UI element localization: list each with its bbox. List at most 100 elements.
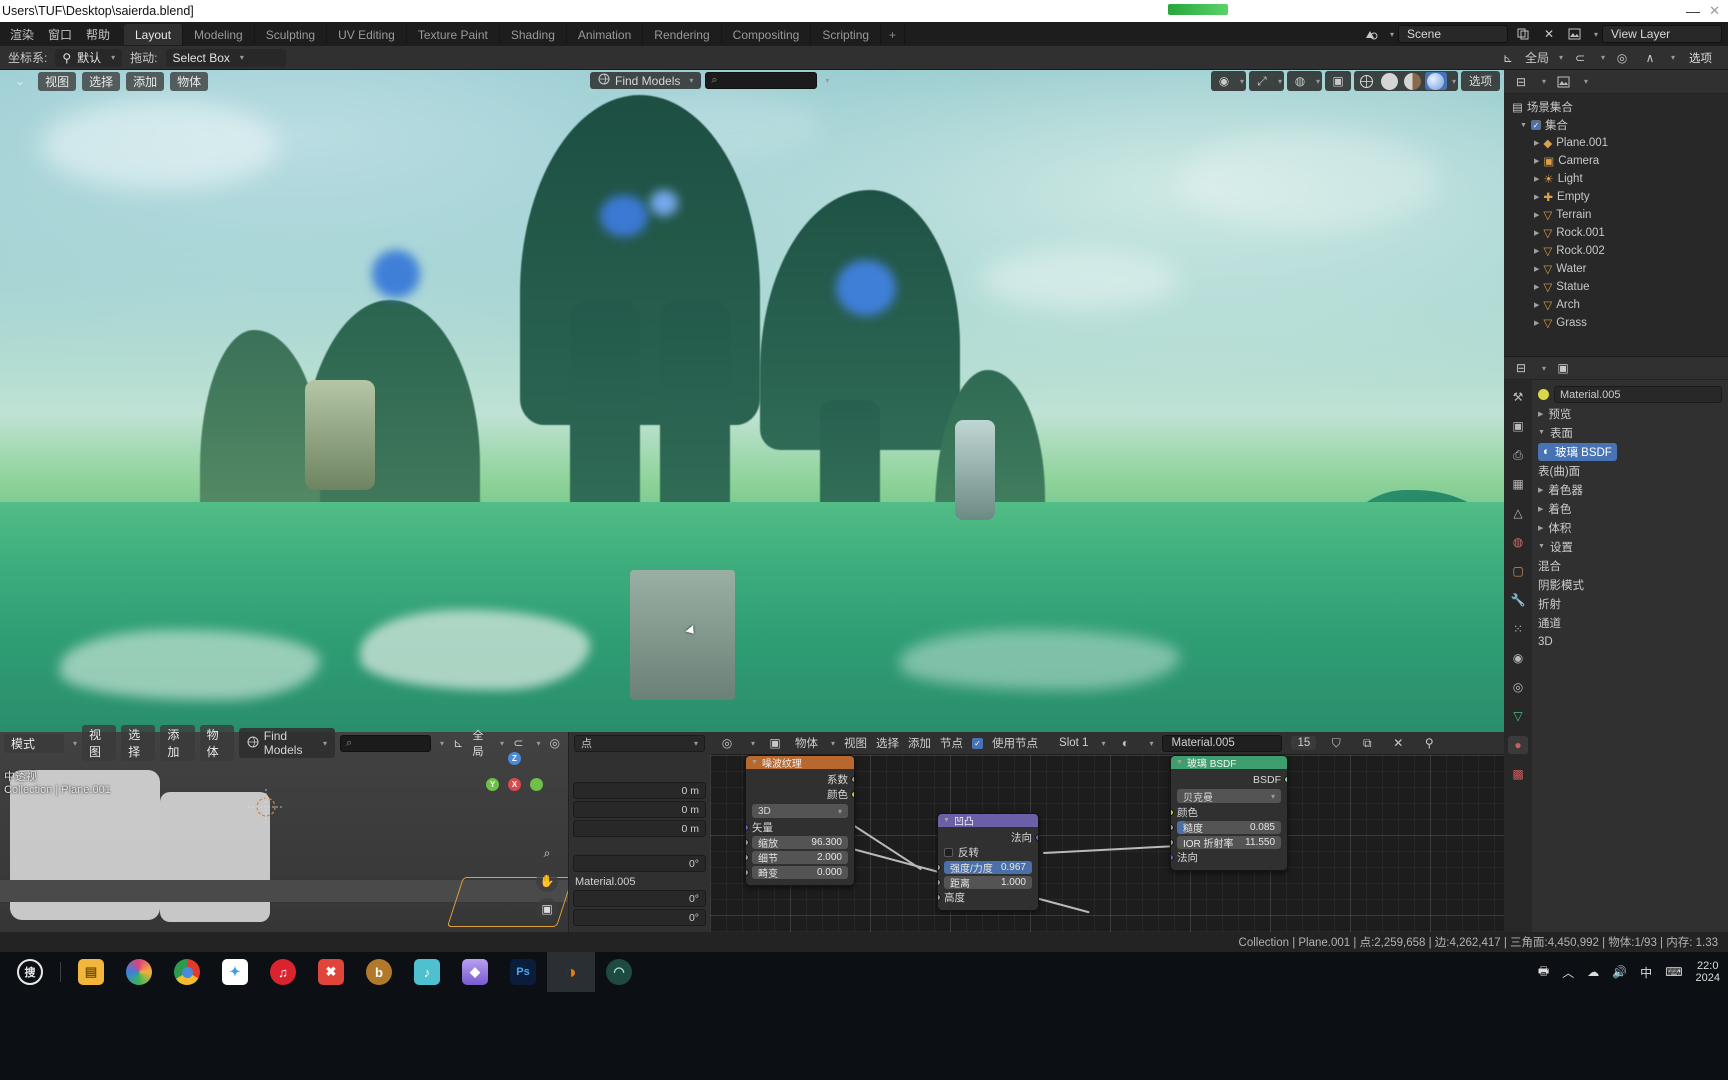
scene-icon[interactable] — [1360, 25, 1382, 43]
bump-node[interactable]: ▼ 凹凸 法向 反转 强度/力度 0.967 距离 1.000 高度 — [937, 813, 1039, 911]
chevron-right-icon[interactable]: ▶ — [1534, 193, 1539, 201]
tab-uv-editing[interactable]: UV Editing — [327, 24, 407, 45]
slot-value[interactable]: Slot 1 — [1059, 737, 1088, 749]
distance-field[interactable]: 距离 1.000 — [944, 876, 1032, 890]
cloud-icon[interactable]: ☁ — [1587, 965, 1599, 979]
socket-color[interactable] — [1171, 809, 1174, 816]
menu-window[interactable]: 窗口 — [48, 26, 72, 43]
chevron-down-icon[interactable]: ▾ — [1542, 77, 1546, 86]
camera-button[interactable]: ▣ — [536, 898, 558, 920]
transform-z-field[interactable]: 0 m — [573, 820, 706, 837]
sogou-icon[interactable]: 搜 — [6, 952, 54, 992]
sv-menu-add[interactable]: 添加 — [160, 725, 195, 761]
wireframe-shading-icon[interactable] — [1356, 72, 1378, 90]
surface-shader-row[interactable]: ◐ 玻璃 BSDF — [1538, 442, 1722, 461]
section-surface-curve[interactable]: 表(曲)面 — [1538, 461, 1722, 480]
chevron-down-icon[interactable]: ▾ — [1559, 53, 1563, 62]
printer-icon[interactable]: 🖶 — [1538, 962, 1549, 983]
texture-tab[interactable]: ▩ — [1508, 765, 1528, 783]
socket-vector[interactable] — [746, 824, 749, 831]
chevron-down-icon[interactable]: ▾ — [1542, 364, 1546, 373]
pin-icon[interactable]: ⚲ — [1418, 734, 1440, 752]
window-minimize-button[interactable]: — — [1686, 0, 1700, 22]
node-input-strength[interactable]: 强度/力度 0.967 — [938, 860, 1038, 875]
socket-normal[interactable] — [1035, 834, 1038, 841]
pan-button[interactable]: ✋ — [536, 870, 558, 892]
constraint-tab[interactable]: ◎ — [1508, 678, 1528, 696]
material-users-count[interactable]: 15 — [1291, 736, 1317, 750]
node-input-normal[interactable]: 法向 — [1171, 850, 1287, 865]
visibility-group[interactable]: ◉ ▾ — [1210, 71, 1246, 91]
settings-row-3d[interactable]: 3D — [1538, 632, 1722, 651]
viewport-menu-select[interactable]: 选择 — [82, 71, 121, 91]
socket-ior[interactable] — [1171, 839, 1174, 846]
viewport-menu-add[interactable]: 添加 — [126, 71, 165, 91]
viewport-menu-object[interactable]: 物体 — [170, 71, 209, 91]
chevron-down-icon[interactable]: ▼ — [1538, 429, 1545, 436]
sv-menu-view[interactable]: 视图 — [82, 725, 117, 761]
tab-shading[interactable]: Shading — [500, 24, 567, 45]
sv-search-input[interactable]: ⌕ — [339, 734, 431, 752]
viewport-menu-view[interactable]: 视图 — [38, 71, 77, 91]
socket-fac[interactable] — [851, 776, 854, 783]
chevron-right-icon[interactable]: ▶ — [1534, 157, 1539, 165]
miku-app-icon[interactable]: ♪ — [403, 952, 451, 992]
xunlei-icon[interactable]: ✖ — [307, 952, 355, 992]
outliner-filter-icon[interactable]: ⊟ — [1510, 73, 1532, 91]
chevron-down-icon[interactable]: ▼ — [1538, 543, 1545, 550]
sv-proportional-icon[interactable]: ◎ — [546, 734, 565, 752]
shader-node-editor[interactable]: ▼ 噪波纹理 系数 颜色 3D ▾ 矢量 缩放 96.300 细节 2.000 … — [710, 732, 1504, 932]
node-input-color[interactable]: 颜色 — [1171, 805, 1287, 820]
chevron-down-icon[interactable]: ▼ — [943, 817, 950, 824]
tab-rendering[interactable]: Rendering — [643, 24, 722, 45]
data-tab[interactable]: ▽ — [1508, 707, 1528, 725]
tab-texture-paint[interactable]: Texture Paint — [407, 24, 500, 45]
ne-menu-node[interactable]: 节点 — [940, 735, 963, 751]
chevron-down-icon[interactable]: ▾ — [1278, 77, 1282, 86]
sv-magnet-icon[interactable]: ⊂ — [509, 734, 528, 752]
proportional-icon[interactable]: ◎ — [1611, 49, 1633, 67]
viewlayer-icon[interactable] — [1552, 73, 1574, 91]
world-tab[interactable]: ◍ — [1508, 533, 1528, 551]
foxmail-icon[interactable]: ✦ — [211, 952, 259, 992]
menu-render[interactable]: 渲染 — [10, 26, 34, 43]
transform-orientation-value[interactable]: 全局 — [1525, 49, 1549, 66]
tab-add-workspace[interactable]: + — [881, 24, 906, 45]
section-preview[interactable]: ▶ 预览 — [1538, 404, 1722, 423]
settings-row-refraction[interactable]: 折射 — [1538, 594, 1722, 613]
chrome-icon[interactable] — [163, 952, 211, 992]
ne-menu-select[interactable]: 选择 — [876, 735, 899, 751]
rotation-y-field[interactable]: 0° — [573, 890, 706, 907]
chevron-right-icon[interactable]: ▶ — [1534, 247, 1539, 255]
file-explorer-icon[interactable]: ▤ — [67, 952, 115, 992]
particles-tab[interactable]: ⁙ — [1508, 620, 1528, 638]
tab-sculpting[interactable]: Sculpting — [255, 24, 328, 45]
orientation-dropdown[interactable]: ⚲ 默认 ▾ — [55, 48, 123, 67]
sv-find-models-button[interactable]: Find Models ▾ — [238, 728, 335, 758]
distribution-dropdown[interactable]: 贝克曼 ▾ — [1177, 789, 1281, 804]
scene-tab[interactable]: △ — [1508, 504, 1528, 522]
shading-editor-icon[interactable]: ◎ — [716, 734, 738, 752]
chevron-down-icon[interactable]: ▾ — [440, 739, 444, 748]
mode-select-dropdown[interactable]: 点 ▾ — [574, 734, 705, 752]
chevron-right-icon[interactable]: ▶ — [1534, 265, 1539, 273]
input-icon[interactable]: ⌨ — [1665, 965, 1682, 979]
list-item[interactable]: ▶ ▽ Terrain — [1508, 206, 1728, 224]
output-tab[interactable]: ⎙ — [1508, 446, 1528, 464]
tab-layout[interactable]: Layout — [124, 24, 184, 45]
viewlayer-tab[interactable]: ▦ — [1508, 475, 1528, 493]
material-name-field[interactable]: Material.005 — [1162, 734, 1283, 752]
chevron-right-icon[interactable]: ▶ — [1538, 524, 1543, 532]
delete-scene-x-icon[interactable]: ✕ — [1538, 25, 1560, 43]
chevron-down-icon[interactable]: ▼ — [1520, 122, 1527, 129]
chevron-right-icon[interactable]: ▶ — [1538, 505, 1543, 513]
material-shading-icon[interactable] — [1402, 72, 1424, 90]
node-header[interactable]: ▼ 玻璃 BSDF — [1171, 756, 1287, 770]
object-shader-icon[interactable]: ▣ — [764, 734, 786, 752]
chevron-down-icon[interactable]: ▾ — [1101, 739, 1105, 748]
chevron-down-icon[interactable]: ▾ — [1452, 77, 1456, 86]
sv-menu-select[interactable]: 选择 — [121, 725, 156, 761]
view-layer-name-field[interactable]: View Layer — [1602, 25, 1722, 43]
chevron-down-icon[interactable]: ▾ — [751, 739, 755, 748]
search-input[interactable]: ⌕ — [705, 72, 818, 89]
